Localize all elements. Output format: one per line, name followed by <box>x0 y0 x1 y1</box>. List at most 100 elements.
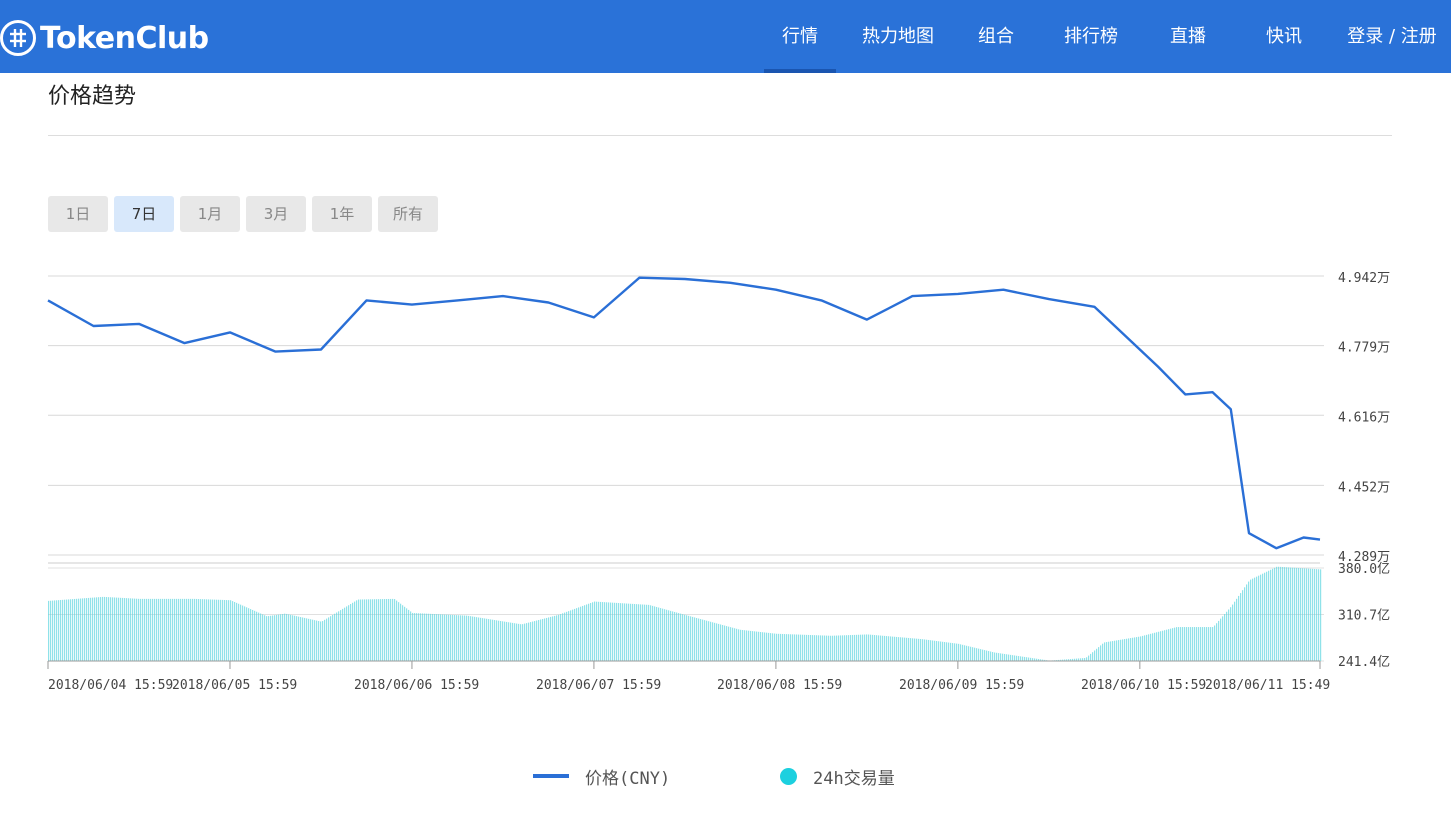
volume-bar <box>1020 656 1022 661</box>
volume-bar <box>728 626 730 661</box>
volume-bar <box>736 628 738 661</box>
volume-bar <box>674 611 676 661</box>
volume-bar <box>414 613 416 661</box>
volume-bar <box>214 599 216 661</box>
volume-bar <box>546 617 548 661</box>
volume-bar <box>406 608 408 661</box>
volume-bar <box>108 597 110 661</box>
price-trend-chart[interactable]: 4.942万4.779万4.616万4.452万4.289万380.0亿310.… <box>0 255 1451 695</box>
volume-bar <box>994 652 996 661</box>
volume-bar <box>466 615 468 661</box>
nav-live[interactable]: 直播 <box>1158 0 1218 73</box>
legend-volume[interactable]: 24h交易量 <box>780 764 895 789</box>
volume-bar <box>682 614 684 661</box>
volume-bar <box>180 598 182 661</box>
volume-bar <box>584 605 586 661</box>
volume-bar <box>552 616 554 661</box>
volume-bar <box>614 602 616 661</box>
range-button-1y[interactable]: 1年 <box>312 196 372 232</box>
volume-bar <box>500 620 502 661</box>
volume-bar <box>946 642 948 661</box>
nav-portfolio[interactable]: 组合 <box>966 0 1026 73</box>
volume-bar <box>644 604 646 661</box>
volume-bar <box>94 597 96 661</box>
volume-bar <box>1258 575 1260 661</box>
volume-bar <box>522 624 524 661</box>
volume-bar <box>418 613 420 661</box>
legend-price[interactable]: 价格(CNY) <box>533 764 670 789</box>
brand-logo[interactable]: TokenClub <box>0 18 209 58</box>
volume-bar <box>458 615 460 661</box>
nav-login-register[interactable]: 登录 / 注册 <box>1340 0 1444 73</box>
volume-bar <box>558 614 560 661</box>
volume-bar <box>516 623 518 661</box>
range-button-1d[interactable]: 1日 <box>48 196 108 232</box>
volume-bar <box>1174 627 1176 661</box>
volume-bar <box>954 643 956 661</box>
volume-bar <box>66 599 68 661</box>
volume-bar <box>606 602 608 661</box>
volume-bar <box>696 617 698 661</box>
nav-ranking[interactable]: 排行榜 <box>1056 0 1126 73</box>
volume-bar <box>1126 638 1128 661</box>
volume-bar <box>778 633 780 661</box>
volume-bar <box>1228 609 1230 661</box>
volume-bar <box>604 602 606 661</box>
volume-bar <box>1318 569 1320 661</box>
volume-bar <box>726 626 728 661</box>
nav-news[interactable]: 快讯 <box>1254 0 1314 73</box>
volume-bar <box>432 613 434 661</box>
range-button-1m[interactable]: 1月 <box>180 196 240 232</box>
volume-bar <box>908 637 910 661</box>
volume-bar <box>494 620 496 661</box>
volume-bar <box>252 609 254 661</box>
volume-bar <box>282 614 284 661</box>
volume-bar <box>230 600 232 661</box>
volume-bar <box>1138 636 1140 661</box>
volume-bar <box>206 599 208 661</box>
volume-bar <box>228 600 230 661</box>
volume-bar <box>196 598 198 661</box>
volume-bar <box>250 609 252 661</box>
volume-bar <box>840 635 842 661</box>
volume-bar <box>680 613 682 661</box>
range-button-all[interactable]: 所有 <box>378 196 438 232</box>
volume-bar <box>950 642 952 661</box>
volume-bar <box>1014 655 1016 661</box>
volume-bar <box>86 598 88 661</box>
volume-bar <box>1216 623 1218 661</box>
volume-bar <box>704 620 706 661</box>
nav-market[interactable]: 行情 <box>764 0 836 73</box>
volume-bar <box>1018 656 1020 661</box>
volume-bar <box>1178 627 1180 661</box>
range-button-3m[interactable]: 3月 <box>246 196 306 232</box>
range-button-7d[interactable]: 7日 <box>114 196 174 232</box>
volume-bar <box>142 598 144 661</box>
volume-bar <box>1260 574 1262 661</box>
volume-bar <box>1292 567 1294 661</box>
volume-bar <box>1122 639 1124 661</box>
volume-bar <box>276 614 278 661</box>
volume-bar <box>960 644 962 661</box>
volume-bar <box>556 615 558 661</box>
volume-bar <box>1280 566 1282 661</box>
volume-bar <box>72 599 74 661</box>
volume-bar <box>1028 657 1030 661</box>
x-tick-label: 2018/06/11 15:49 <box>1205 678 1330 693</box>
volume-bar <box>758 631 760 661</box>
volume-bar <box>56 600 58 661</box>
nav-heatmap[interactable]: 热力地图 <box>856 0 940 73</box>
volume-bar <box>138 598 140 661</box>
volume-bar <box>492 619 494 661</box>
volume-bar <box>618 603 620 661</box>
volume-bar <box>464 615 466 661</box>
volume-bar <box>1256 576 1258 661</box>
volume-bar <box>578 607 580 661</box>
volume-bar <box>620 603 622 661</box>
volume-bar <box>1172 628 1174 661</box>
legend-volume-label: 24h交易量 <box>813 768 895 789</box>
volume-bar <box>120 597 122 661</box>
volume-bar <box>486 618 488 661</box>
volume-bar <box>430 613 432 661</box>
volume-bar <box>808 634 810 661</box>
